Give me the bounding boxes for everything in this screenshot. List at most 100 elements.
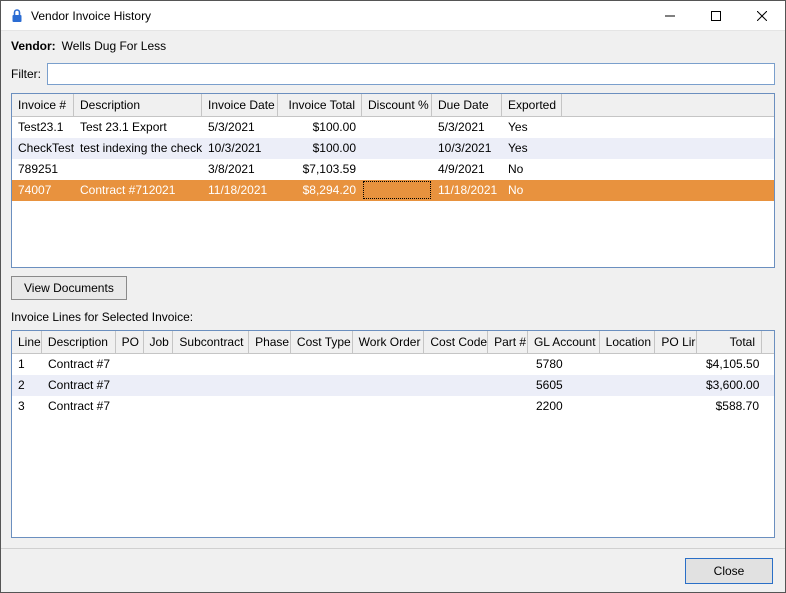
- col-po-lir[interactable]: PO Lir: [655, 331, 697, 353]
- cell-invoice-total: $100.00: [278, 117, 362, 137]
- cell-subcontract: [174, 375, 250, 395]
- cell-line: 2: [12, 375, 42, 395]
- close-button[interactable]: Close: [685, 558, 773, 584]
- col-po[interactable]: PO: [116, 331, 144, 353]
- cell-description: [74, 159, 202, 179]
- line-row[interactable]: 1 Contract #7 5780 $4,105.50: [12, 354, 774, 375]
- cell-due-date: 4/9/2021: [432, 159, 502, 179]
- cell-phase: [250, 396, 292, 416]
- col-exported[interactable]: Exported: [502, 94, 562, 116]
- cell-po-lir: [658, 354, 700, 374]
- close-window-button[interactable]: [739, 1, 785, 30]
- cell-exported: Yes: [502, 117, 562, 137]
- cell-total: $588.70: [700, 396, 765, 416]
- cell-part-no: [490, 375, 530, 395]
- lines-grid[interactable]: Line Description PO Job Subcontract Phas…: [11, 330, 775, 538]
- cell-description: Contract #7: [42, 354, 116, 374]
- cell-part-no: [490, 396, 530, 416]
- col-total[interactable]: Total: [697, 331, 762, 353]
- col-filler: [762, 331, 774, 353]
- invoice-row[interactable]: 789251 3/8/2021 $7,103.59 4/9/2021 No: [12, 159, 774, 180]
- invoice-row[interactable]: CheckTest test indexing the check 10/3/2…: [12, 138, 774, 159]
- col-filler: [562, 94, 774, 116]
- view-documents-button[interactable]: View Documents: [11, 276, 127, 300]
- filter-label: Filter:: [11, 67, 41, 81]
- cell-job: [144, 354, 174, 374]
- filter-row: Filter:: [11, 63, 775, 85]
- cell-work-order: [354, 354, 426, 374]
- cell-cost-type: [292, 354, 354, 374]
- cell-invoice-no: CheckTest: [12, 138, 74, 158]
- invoice-row[interactable]: Test23.1 Test 23.1 Export 5/3/2021 $100.…: [12, 117, 774, 138]
- filter-input[interactable]: [47, 63, 775, 85]
- invoice-row-selected[interactable]: 74007 Contract #712021 11/18/2021 $8,294…: [12, 180, 774, 201]
- lines-grid-body: 1 Contract #7 5780 $4,105.50 2: [12, 354, 774, 417]
- cell-discount-pct: [362, 138, 432, 158]
- cell-discount-pct: [362, 159, 432, 179]
- cell-due-date: 11/18/2021: [432, 180, 502, 200]
- lock-icon: [9, 8, 25, 24]
- col-description[interactable]: Description: [74, 94, 202, 116]
- vendor-label: Vendor:: [11, 39, 56, 53]
- cell-cost-code: [426, 354, 490, 374]
- col-invoice-date[interactable]: Invoice Date: [202, 94, 278, 116]
- cell-invoice-date: 5/3/2021: [202, 117, 278, 137]
- col-part-no[interactable]: Part #: [488, 331, 528, 353]
- invoice-grid-body: Test23.1 Test 23.1 Export 5/3/2021 $100.…: [12, 117, 774, 201]
- cell-work-order: [354, 396, 426, 416]
- vendor-row: Vendor: Wells Dug For Less: [11, 39, 775, 53]
- invoice-grid[interactable]: Invoice # Description Invoice Date Invoi…: [11, 93, 775, 268]
- line-row[interactable]: 2 Contract #7 5605 $3,600.00: [12, 375, 774, 396]
- cell-description: Contract #7: [42, 396, 116, 416]
- cell-part-no: [490, 354, 530, 374]
- cell-invoice-no: 789251: [12, 159, 74, 179]
- content-area: Vendor: Wells Dug For Less Filter: Invoi…: [1, 31, 785, 548]
- cell-invoice-total: $100.00: [278, 138, 362, 158]
- line-row[interactable]: 3 Contract #7 2200 $588.70: [12, 396, 774, 417]
- invoice-lines-label: Invoice Lines for Selected Invoice:: [11, 310, 775, 324]
- col-invoice-total[interactable]: Invoice Total: [278, 94, 362, 116]
- maximize-button[interactable]: [693, 1, 739, 30]
- cell-invoice-date: 11/18/2021: [202, 180, 278, 200]
- footer: Close: [1, 548, 785, 592]
- col-due-date[interactable]: Due Date: [432, 94, 502, 116]
- cell-gl-account: 5605: [530, 375, 602, 395]
- cell-subcontract: [174, 354, 250, 374]
- cell-line: 1: [12, 354, 42, 374]
- cell-location: [602, 396, 658, 416]
- cell-invoice-date: 3/8/2021: [202, 159, 278, 179]
- col-invoice-no[interactable]: Invoice #: [12, 94, 74, 116]
- col-job[interactable]: Job: [144, 331, 174, 353]
- col-discount-pct[interactable]: Discount %: [362, 94, 432, 116]
- col-cost-type[interactable]: Cost Type: [291, 331, 353, 353]
- col-gl-account[interactable]: GL Account: [528, 331, 600, 353]
- cell-job: [144, 375, 174, 395]
- col-work-order[interactable]: Work Order: [353, 331, 425, 353]
- col-phase[interactable]: Phase: [249, 331, 291, 353]
- vendor-name: Wells Dug For Less: [62, 39, 166, 53]
- cell-location: [602, 375, 658, 395]
- cell-due-date: 10/3/2021: [432, 138, 502, 158]
- minimize-button[interactable]: [647, 1, 693, 30]
- cell-location: [602, 354, 658, 374]
- invoice-grid-header: Invoice # Description Invoice Date Invoi…: [12, 94, 774, 117]
- lines-grid-header: Line Description PO Job Subcontract Phas…: [12, 331, 774, 354]
- col-location[interactable]: Location: [600, 331, 656, 353]
- cell-po: [116, 354, 144, 374]
- cell-gl-account: 2200: [530, 396, 602, 416]
- cell-cost-code: [426, 396, 490, 416]
- col-subcontract[interactable]: Subcontract: [173, 331, 249, 353]
- cell-po: [116, 375, 144, 395]
- col-line[interactable]: Line: [12, 331, 42, 353]
- cell-work-order: [354, 375, 426, 395]
- col-description[interactable]: Description: [42, 331, 116, 353]
- cell-po: [116, 396, 144, 416]
- cell-invoice-total: $8,294.20: [278, 180, 362, 200]
- cell-invoice-total: $7,103.59: [278, 159, 362, 179]
- cell-cost-type: [292, 375, 354, 395]
- cell-invoice-no: Test23.1: [12, 117, 74, 137]
- cell-description: Contract #712021: [74, 180, 202, 200]
- cell-exported: Yes: [502, 138, 562, 158]
- col-cost-code[interactable]: Cost Code: [424, 331, 488, 353]
- cell-subcontract: [174, 396, 250, 416]
